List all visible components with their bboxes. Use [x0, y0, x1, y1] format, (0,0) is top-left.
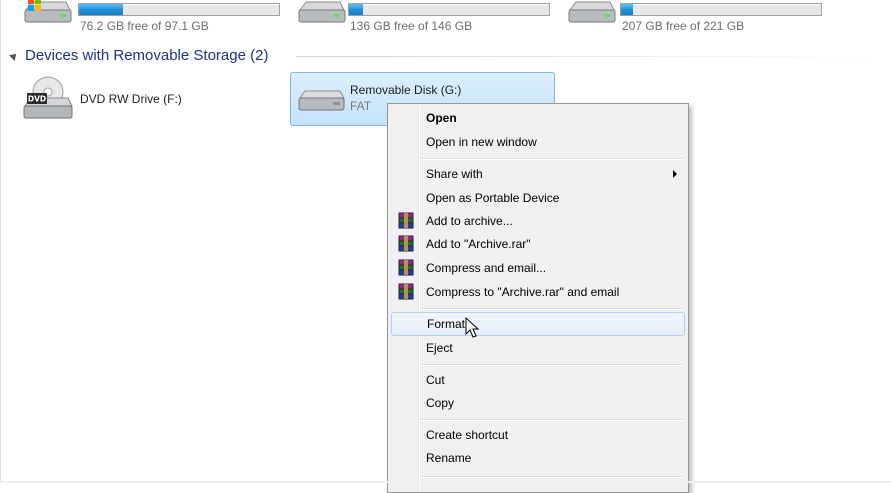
menu-separator — [421, 476, 683, 478]
drive-free-space: 76.2 GB free of 97.1 GB — [80, 19, 209, 33]
menu-item-open-portable[interactable]: Open as Portable Device — [391, 187, 685, 209]
drive-usage-bar — [620, 3, 822, 16]
window-left-border — [0, 0, 1, 483]
mouse-pointer-icon — [465, 317, 480, 338]
dvd-drive-label: DVD RW Drive (F:) — [80, 92, 182, 106]
menu-item-cut[interactable]: Cut — [391, 369, 685, 391]
menu-separator — [421, 364, 683, 366]
menu-item-label: Open in new window — [426, 135, 537, 149]
winrar-icon — [398, 235, 414, 252]
windows-hard-drive-icon — [24, 0, 72, 23]
submenu-arrow-icon — [673, 170, 677, 178]
drive-free-space: 136 GB free of 146 GB — [350, 19, 473, 33]
menu-item-label: Rename — [426, 451, 472, 465]
group-divider — [296, 56, 886, 57]
drive-usage-fill — [349, 4, 363, 15]
menu-separator — [421, 308, 683, 310]
collapse-arrow-icon[interactable] — [9, 50, 19, 61]
menu-item-label: Compress and email... — [426, 261, 547, 275]
drive-usage-fill — [79, 4, 123, 15]
menu-item-compress-rar-email[interactable]: Compress to "Archive.rar" and email — [391, 281, 685, 303]
group-header-label: Devices with Removable Storage (2) — [25, 46, 269, 64]
menu-item-label: Compress to "Archive.rar" and email — [426, 285, 620, 299]
winrar-icon — [398, 212, 414, 229]
menu-item-label: Open as Portable Device — [426, 191, 560, 205]
menu-item-label: Share with — [426, 167, 483, 181]
menu-item-add-archive[interactable]: Add to archive... — [391, 210, 685, 232]
menu-item-rename[interactable]: Rename — [391, 447, 685, 469]
menu-item-label: Eject — [426, 341, 453, 355]
menu-item-add-archive-rar[interactable]: Add to "Archive.rar" — [391, 233, 685, 255]
drive-free-space: 207 GB free of 221 GB — [622, 19, 745, 33]
removable-disk-name: Removable Disk (G:) — [350, 83, 462, 97]
menu-item-label: Add to "Archive.rar" — [426, 237, 531, 251]
menu-item-label: Copy — [426, 396, 455, 410]
menu-item-create-shortcut[interactable]: Create shortcut — [391, 424, 685, 446]
hard-drive-icon — [298, 1, 346, 23]
menu-item-label: Cut — [426, 373, 445, 387]
drive-usage-bar — [78, 3, 280, 16]
removable-disk-filesystem: FAT — [350, 99, 372, 113]
menu-separator — [421, 158, 683, 160]
menu-item-format[interactable]: Format... — [391, 312, 685, 336]
dvd-badge: DVD — [28, 95, 46, 104]
menu-item-label: Create shortcut — [426, 428, 509, 442]
winrar-icon — [398, 259, 414, 276]
menu-item-label: Add to archive... — [426, 214, 513, 228]
menu-item-open-new-window[interactable]: Open in new window — [391, 131, 685, 153]
hard-drive-icon — [568, 1, 616, 23]
menu-item-label: Open — [426, 111, 457, 125]
context-menu: Open Open in new window Share with Open … — [387, 103, 689, 493]
menu-item-share-with[interactable]: Share with — [391, 163, 685, 185]
winrar-icon — [398, 283, 414, 300]
menu-item-copy[interactable]: Copy — [391, 392, 685, 414]
removable-disk-icon — [298, 90, 345, 111]
drive-usage-bar — [348, 3, 550, 16]
menu-item-compress-email[interactable]: Compress and email... — [391, 257, 685, 279]
menu-separator — [421, 419, 683, 421]
removable-storage-group-header[interactable]: Devices with Removable Storage (2) — [9, 44, 269, 66]
drive-usage-fill — [621, 4, 633, 15]
menu-item-eject[interactable]: Eject — [391, 337, 685, 359]
dvd-drive-icon: DVD — [23, 76, 73, 119]
menu-item-open[interactable]: Open — [391, 107, 685, 129]
